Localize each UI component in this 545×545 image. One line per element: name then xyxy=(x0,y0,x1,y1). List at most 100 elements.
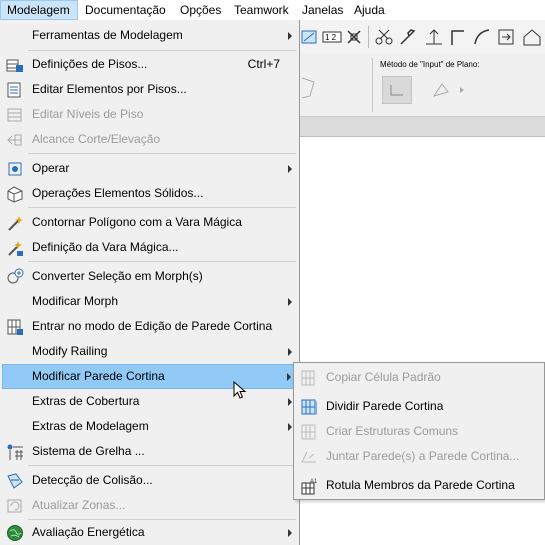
menu-modelagem[interactable]: Modelagem xyxy=(0,0,78,20)
snap-icon[interactable] xyxy=(300,27,320,47)
submenu-item-label: Dividir Parede Cortina xyxy=(326,399,444,413)
floor-levels-icon xyxy=(7,108,22,122)
submenu-arrow-icon xyxy=(288,529,292,537)
home-icon[interactable] xyxy=(522,27,542,47)
collision-detection-icon xyxy=(7,473,23,489)
divide-curtain-wall-icon xyxy=(301,399,317,415)
wrench-icon[interactable] xyxy=(398,27,418,47)
menu-bar: Modelagem Documentação Opções Teamwork J… xyxy=(0,0,545,20)
menu-item-definicao-vara[interactable]: Definição da Vara Mágica... xyxy=(2,235,298,260)
menu-item-extras-modelagem[interactable]: Extras de Modelagem xyxy=(2,414,298,439)
tab-strip xyxy=(300,117,545,137)
grid-system-icon xyxy=(7,444,23,460)
menu-separator xyxy=(28,261,296,262)
submenu-item-label: Juntar Parede(s) a Parede Cortina... xyxy=(326,449,520,463)
plane-preview-icon xyxy=(301,77,315,99)
copy-cell-icon xyxy=(301,370,315,386)
menu-item-editar-elementos-pisos[interactable]: Editar Elementos por Pisos... xyxy=(2,77,298,102)
submenu-arrow-icon xyxy=(288,348,292,356)
menu-item-label: Ferramentas de Modelagem xyxy=(32,28,183,42)
submenu-arrow-icon xyxy=(288,32,292,40)
menu-item-modify-railing[interactable]: Modify Railing xyxy=(2,339,298,364)
menu-item-label: Atualizar Zonas... xyxy=(32,498,126,512)
menu-item-label: Operações Elementos Sólidos... xyxy=(32,186,204,200)
menu-item-label: Converter Seleção em Morph(s) xyxy=(32,269,203,283)
menu-item-alcance-corte[interactable]: Alcance Corte/Elevação xyxy=(2,127,298,152)
scale-icon[interactable]: 1 2 xyxy=(322,27,342,47)
menu-item-label: Avaliação Energética xyxy=(32,525,145,539)
toolbar: 1 2 xyxy=(300,20,545,55)
submenu-arrow-icon xyxy=(288,165,292,173)
submenu-item-label: Criar Estruturas Comuns xyxy=(326,424,459,438)
operate-icon xyxy=(8,162,22,176)
menu-ajuda[interactable]: Ajuda xyxy=(348,0,391,20)
section-range-icon xyxy=(7,134,22,146)
menu-separator xyxy=(28,50,296,51)
submenu-arrow-icon xyxy=(288,298,292,306)
submenu-item-copiar-celula[interactable]: Copiar Célula Padrão xyxy=(296,365,542,390)
svg-text:1 2: 1 2 xyxy=(325,33,337,42)
menu-item-extras-cobertura[interactable]: Extras de Cobertura xyxy=(2,389,298,414)
menu-item-converter-morph[interactable]: Converter Seleção em Morph(s) xyxy=(2,264,298,289)
submenu-arrow-icon xyxy=(288,423,292,431)
menu-item-deteccao-colisao[interactable]: Detecção de Colisão... xyxy=(2,468,298,493)
info-separator xyxy=(372,58,373,112)
menu-item-label: Operar xyxy=(32,161,70,175)
plane-input-icon xyxy=(390,85,403,96)
menu-opcoes[interactable]: Opções xyxy=(174,0,227,20)
menu-item-label: Modify Railing xyxy=(32,344,108,358)
edit-by-floors-icon xyxy=(7,82,21,98)
submenu-item-dividir-parede[interactable]: Dividir Parede Cortina xyxy=(296,394,542,419)
submenu-item-criar-estruturas[interactable]: Criar Estruturas Comuns xyxy=(296,419,542,444)
menu-item-operar[interactable]: Operar xyxy=(2,156,298,181)
scissors-icon[interactable] xyxy=(374,27,394,47)
menu-item-label: Extras de Cobertura xyxy=(32,394,140,408)
menu-item-edicao-parede-cortina[interactable]: Entrar no modo de Edição de Parede Corti… xyxy=(2,314,298,339)
menu-item-label: Editar Níveis de Piso xyxy=(32,107,144,121)
menu-item-atualizar-zonas[interactable]: Atualizar Zonas... xyxy=(2,493,298,518)
submenu-item-rotula-membros[interactable]: A1 Rotula Membros da Parede Cortina xyxy=(296,473,542,498)
menu-item-operacoes-solidos[interactable]: Operações Elementos Sólidos... xyxy=(2,181,298,206)
submenu-item-juntar-paredes[interactable]: Juntar Parede(s) a Parede Cortina... xyxy=(296,444,542,469)
join-walls-icon xyxy=(301,451,316,463)
toolbar-separator xyxy=(368,26,369,48)
menu-item-modificar-morph[interactable]: Modificar Morph xyxy=(2,289,298,314)
menu-item-contornar-poligono[interactable]: Contornar Polígono com a Vara Mágica xyxy=(2,210,298,235)
mouse-cursor-icon xyxy=(233,381,247,399)
plane-input-alt-icon[interactable] xyxy=(430,78,470,102)
corner-icon[interactable] xyxy=(448,27,468,47)
submenu-arrow-icon xyxy=(288,398,292,406)
menu-item-shortcut: Ctrl+7 xyxy=(247,57,280,71)
menu-separator xyxy=(28,207,296,208)
input-method-button[interactable] xyxy=(382,76,412,104)
menu-teamwork[interactable]: Teamwork xyxy=(228,0,295,20)
menu-item-avaliacao-energetica[interactable]: Avaliação Energética xyxy=(2,520,298,545)
update-zones-icon xyxy=(7,499,22,513)
move-icon[interactable] xyxy=(496,27,516,47)
menu-item-editar-niveis-piso[interactable]: Editar Níveis de Piso xyxy=(2,102,298,127)
menu-janelas[interactable]: Janelas xyxy=(296,0,349,20)
menu-item-label: Editar Elementos por Pisos... xyxy=(32,82,187,96)
menu-documentacao[interactable]: Documentação xyxy=(79,0,172,20)
submenu-item-label: Rotula Membros da Parede Cortina xyxy=(326,478,515,492)
solid-operations-icon xyxy=(7,186,23,203)
label-members-icon: A1 xyxy=(301,479,318,495)
menu-item-definicoes-pisos[interactable]: Definições de Pisos... Ctrl+7 xyxy=(2,52,298,77)
submenu-item-label: Copiar Célula Padrão xyxy=(326,370,441,384)
menu-item-label: Definição da Vara Mágica... xyxy=(32,240,179,254)
elevation-icon[interactable] xyxy=(424,27,444,47)
menu-item-sistema-grelha[interactable]: Sistema de Grelha ... xyxy=(2,439,298,464)
curve-icon[interactable] xyxy=(472,27,492,47)
menu-item-label: Definições de Pisos... xyxy=(32,57,148,71)
cross-snap-icon[interactable] xyxy=(344,27,364,47)
menu-item-label: Sistema de Grelha ... xyxy=(32,444,145,458)
curtain-wall-edit-icon xyxy=(7,319,23,335)
menu-item-label: Extras de Modelagem xyxy=(32,419,149,433)
menu-item-ferramentas-modelagem[interactable]: Ferramentas de Modelagem xyxy=(2,23,298,48)
menu-item-label: Entrar no modo de Edição de Parede Corti… xyxy=(32,319,273,333)
menu-item-label: Modificar Morph xyxy=(32,294,119,308)
menu-item-label: Modificar Parede Cortina xyxy=(32,369,165,383)
menu-item-modificar-parede-cortina[interactable]: Modificar Parede Cortina xyxy=(2,364,298,389)
magic-wand-icon xyxy=(8,216,23,231)
submenu-arrow-icon xyxy=(287,373,291,381)
